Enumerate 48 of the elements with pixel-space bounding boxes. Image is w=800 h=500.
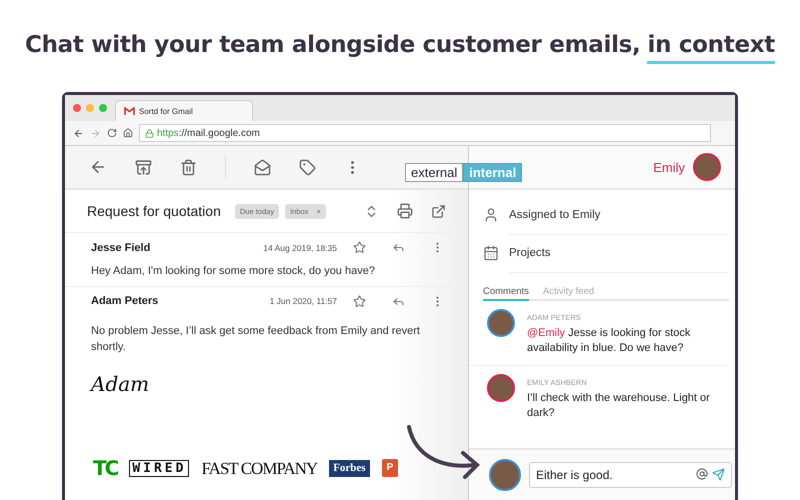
user-name: Emily bbox=[653, 160, 685, 174]
star-icon[interactable] bbox=[353, 294, 366, 308]
trash-icon[interactable] bbox=[180, 158, 197, 176]
panel-tab[interactable]: Comments bbox=[483, 286, 529, 301]
panel-row-text[interactable]: Projects bbox=[509, 234, 729, 272]
minimize-dot[interactable] bbox=[86, 104, 94, 112]
send-icon[interactable] bbox=[712, 468, 725, 481]
tag-icon[interactable] bbox=[299, 158, 316, 176]
calendar-icon[interactable] bbox=[483, 245, 499, 261]
comment-text: @Emily Jesse is looking for stock availability in blue. Do we have? bbox=[527, 326, 692, 356]
press-logo: WIRED bbox=[129, 460, 190, 476]
envelope-icon[interactable] bbox=[254, 158, 271, 176]
sender-name: Adam Peters bbox=[91, 295, 160, 308]
home-icon[interactable] bbox=[123, 128, 133, 138]
press-logo: Forbes bbox=[329, 460, 370, 476]
press-logo: TC bbox=[93, 458, 118, 478]
email-subject: Request for quotation bbox=[87, 203, 221, 219]
message-body: Hey Adam, I'm looking for some more stock, do you have? bbox=[91, 264, 376, 279]
mail-logo-icon bbox=[124, 107, 135, 115]
press-logo: P bbox=[382, 459, 398, 477]
lock-icon bbox=[145, 128, 154, 138]
mode-tab[interactable]: external bbox=[405, 163, 464, 182]
user-avatar[interactable] bbox=[693, 153, 721, 181]
person-icon[interactable] bbox=[483, 207, 499, 223]
open-external-icon[interactable] bbox=[431, 204, 446, 218]
message-date: 1 Jun 2020, 11:57 bbox=[270, 296, 337, 306]
signature: Adam bbox=[91, 372, 150, 396]
archive-icon[interactable] bbox=[135, 158, 152, 176]
url-field[interactable]: https://mail.google.com bbox=[139, 124, 711, 142]
mention-icon[interactable] bbox=[696, 468, 708, 480]
press-logo: FAST COMPANY bbox=[201, 460, 318, 476]
reload-icon[interactable] bbox=[107, 128, 117, 138]
back-icon[interactable] bbox=[73, 128, 84, 138]
close-dot[interactable] bbox=[73, 104, 81, 112]
reply-icon[interactable] bbox=[392, 241, 405, 254]
star-icon[interactable] bbox=[353, 241, 366, 254]
zoom-dot[interactable] bbox=[99, 104, 107, 112]
headline: Chat with your team alongside customer emails, bbox=[25, 32, 640, 58]
panel-row-text[interactable]: Assigned to Emily bbox=[509, 196, 729, 234]
print-icon[interactable] bbox=[397, 203, 413, 219]
headline-highlight: in context bbox=[647, 32, 775, 64]
comment-input[interactable]: Either is good. bbox=[529, 462, 732, 488]
composer-avatar bbox=[489, 459, 521, 491]
sender-name: Jesse Field bbox=[91, 242, 152, 254]
comment-text: I’ll check with the warehouse. Light or dark? bbox=[527, 390, 711, 422]
message-date: 14 Aug 2019, 18:35 bbox=[263, 242, 337, 252]
message-body: No problem Jesse, I’ll ask get some feedback from Emily and revert shortly. bbox=[91, 324, 421, 355]
browser-tab[interactable]: Sortd for Gmail bbox=[115, 100, 253, 121]
